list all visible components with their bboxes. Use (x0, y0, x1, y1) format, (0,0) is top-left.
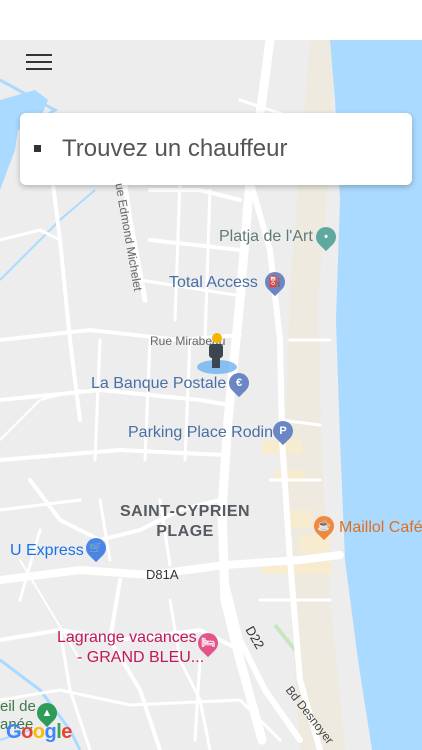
poi-label-lagrange-vacances: Lagrange vacances - GRAND BLEU... (57, 629, 205, 666)
search-placeholder: Trouvez un chauffeur (62, 135, 288, 162)
district-label-saint-cyprien-plage: SAINT-CYPRIEN PLAGE (120, 503, 251, 540)
parking-pin-icon[interactable]: P (268, 416, 298, 446)
poi-label-u-express: U Express (10, 542, 84, 559)
menu-icon[interactable] (24, 54, 56, 76)
google-logo: Google (6, 721, 72, 743)
poi-label-maillol-cafe: Maillol Café (339, 519, 422, 536)
search-bullet-icon (34, 145, 41, 152)
map-view[interactable]: Trouvez un chauffeur ue Edmond Michelet … (0, 40, 422, 750)
road-label-d81a: D81A (146, 567, 179, 582)
fuel-pin-icon[interactable]: ⛽ (260, 267, 290, 297)
hotel-pin-icon[interactable]: 🛏 (193, 628, 223, 658)
cafe-pin-icon[interactable]: ☕ (309, 511, 339, 541)
status-bar (0, 0, 422, 40)
poi-label-platja-de-lart: Platja de l'Art (219, 228, 313, 245)
poi-label-total-access: Total Access (169, 274, 258, 291)
current-location-marker[interactable] (195, 330, 245, 380)
poi-label-parking-place-rodin: Parking Place Rodin (128, 424, 273, 441)
search-box[interactable]: Trouvez un chauffeur (20, 113, 412, 185)
park-pin-icon[interactable]: • (311, 222, 341, 252)
shopping-pin-icon[interactable]: 🛒 (81, 533, 111, 563)
